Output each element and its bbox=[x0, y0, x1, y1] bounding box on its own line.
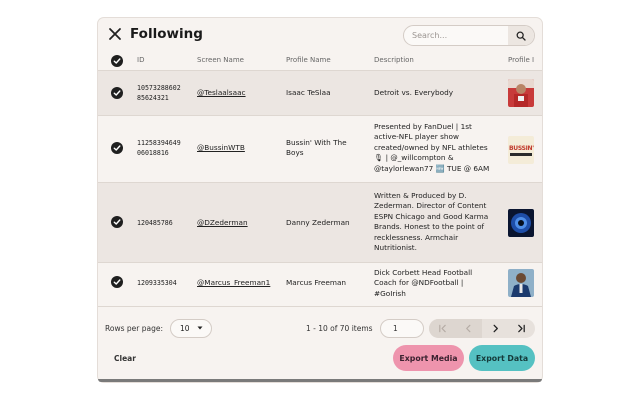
next-page-button[interactable] bbox=[482, 319, 509, 338]
previous-page-button[interactable] bbox=[455, 319, 482, 338]
first-page-button[interactable] bbox=[429, 319, 456, 338]
pagination-bar: Rows per page: 10 1 - 10 of 70 items bbox=[98, 316, 542, 340]
row-checkbox[interactable] bbox=[111, 276, 123, 288]
table-row[interactable]: 1209335304 @Marcus_Freeman1 Marcus Freem… bbox=[98, 263, 542, 307]
table-body: 10573288602 85624321 @Teslaalsaac Isaac T… bbox=[98, 71, 542, 314]
chevron-left-icon bbox=[466, 324, 471, 333]
rows-per-page-value: 10 bbox=[180, 324, 190, 333]
row-id: 1209335304 bbox=[137, 279, 177, 287]
close-icon[interactable] bbox=[108, 27, 122, 41]
screen-name-link[interactable]: @Teslaalsaac bbox=[197, 88, 246, 98]
description: Detroit vs. Everybody bbox=[374, 88, 454, 97]
dialog-bottom-edge bbox=[98, 379, 542, 382]
search-box bbox=[403, 25, 535, 46]
dialog-title: Following bbox=[130, 26, 203, 42]
column-header-id[interactable]: ID bbox=[137, 56, 144, 64]
column-header-profile-image[interactable]: Profile I bbox=[508, 56, 534, 64]
column-header-description[interactable]: Description bbox=[374, 56, 414, 64]
checkmark-icon bbox=[113, 219, 121, 225]
profile-name: Danny Zederman bbox=[286, 218, 350, 227]
checkmark-icon bbox=[113, 145, 121, 151]
first-page-icon bbox=[438, 324, 446, 333]
description: Presented by FanDuel | 1st active-NFL pl… bbox=[374, 122, 490, 173]
rows-per-page-label: Rows per page: bbox=[105, 324, 163, 333]
following-dialog: Following ID Screen Name Profile Name De… bbox=[98, 18, 542, 382]
last-page-button[interactable] bbox=[509, 319, 536, 338]
search-input[interactable] bbox=[404, 26, 510, 45]
row-id: 10573288602 85624321 bbox=[137, 84, 181, 102]
checkmark-icon bbox=[113, 279, 121, 285]
table-row[interactable]: 10573288602 85624321 @Teslaalsaac Isaac T… bbox=[98, 71, 542, 116]
description: Written & Produced by D. Zederman. Direc… bbox=[374, 191, 489, 253]
clear-button[interactable]: Clear bbox=[114, 354, 136, 363]
screen-name-link[interactable]: @Marcus_Freeman1 bbox=[197, 278, 270, 288]
profile-name: Marcus Freeman bbox=[286, 278, 347, 287]
column-header-profile-name[interactable]: Profile Name bbox=[286, 56, 331, 64]
search-icon bbox=[516, 31, 526, 41]
table-row[interactable]: 120485786 @DZederman Danny Zederman Writ… bbox=[98, 183, 542, 263]
column-header-screen-name[interactable]: Screen Name bbox=[197, 56, 244, 64]
page-navigation bbox=[429, 319, 535, 338]
last-page-icon bbox=[518, 324, 526, 333]
export-media-button[interactable]: Export Media bbox=[393, 345, 464, 371]
item-range-text: 1 - 10 of 70 items bbox=[306, 324, 373, 333]
page-number-input[interactable] bbox=[380, 319, 424, 338]
screen-name-link[interactable]: @DZederman bbox=[197, 218, 248, 228]
checkmark-icon bbox=[113, 58, 121, 64]
profile-image bbox=[508, 269, 534, 297]
bussin-logo-text: BUSSIN' bbox=[509, 145, 534, 152]
chevron-right-icon bbox=[493, 324, 498, 333]
table-row[interactable]: 11258394649 06018816 @BussinWTB Bussin' W… bbox=[98, 116, 542, 183]
row-checkbox[interactable] bbox=[111, 142, 123, 154]
profile-name: Isaac TeSlaa bbox=[286, 88, 331, 97]
select-all-checkbox[interactable] bbox=[111, 55, 123, 67]
description: Dick Corbett Head Football Coach for @ND… bbox=[374, 268, 473, 298]
profile-image bbox=[508, 209, 534, 237]
bussin-logo-icon: BUSSIN' bbox=[508, 136, 534, 164]
caret-down-icon bbox=[197, 326, 203, 330]
screen-name-link[interactable]: @BussinWTB bbox=[197, 143, 245, 153]
export-data-button[interactable]: Export Data bbox=[469, 345, 535, 371]
profile-image bbox=[508, 79, 534, 107]
profile-name: Bussin' With The Boys bbox=[286, 138, 347, 158]
row-id: 11258394649 06018816 bbox=[137, 139, 181, 157]
search-button[interactable] bbox=[508, 26, 534, 45]
table-header: ID Screen Name Profile Name Description … bbox=[98, 51, 542, 71]
rows-per-page-select[interactable]: 10 bbox=[170, 319, 212, 338]
row-checkbox[interactable] bbox=[111, 87, 123, 99]
row-id: 120485786 bbox=[137, 219, 173, 227]
row-checkbox[interactable] bbox=[111, 216, 123, 228]
checkmark-icon bbox=[113, 90, 121, 96]
